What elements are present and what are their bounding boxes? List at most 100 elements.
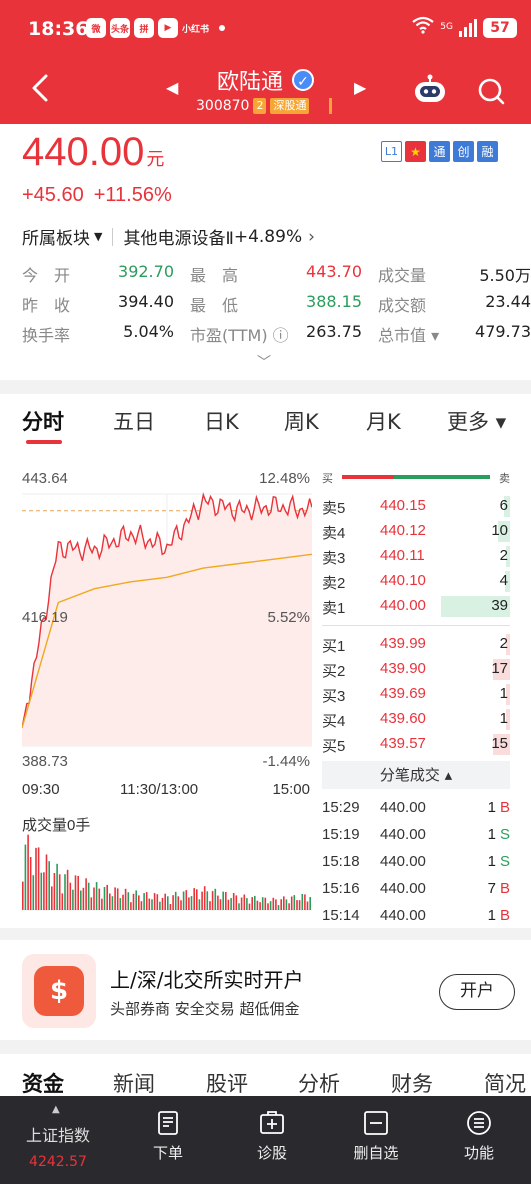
remove-watchlist-button[interactable]: 删自选 [341,1110,411,1163]
tab-more[interactable]: 更多 ▾ [447,406,506,436]
bid-row[interactable]: 买3 439.69 1 [322,682,510,707]
order-button[interactable]: 下单 [133,1110,203,1163]
tab-daily-k[interactable]: 日K [204,406,239,436]
sector-name[interactable]: 其他电源设备Ⅱ [123,224,233,249]
ticks-toggle[interactable]: 分笔成交 ▴ [322,761,510,789]
volume-bar [248,903,251,910]
section-gap [0,928,531,940]
open-account-button[interactable]: 开户 [439,974,515,1010]
bid-row[interactable]: 买2 439.90 17 [322,657,510,682]
connect-badge[interactable]: 通 [429,141,450,162]
change-absolute: +45.60 [22,184,84,206]
order-label: 买2 [322,663,346,680]
volume-bar [182,891,185,910]
bid-row[interactable]: 买1 439.99 2 [322,632,510,657]
volume-bar [301,894,304,910]
expand-icon[interactable]: ﹀ [257,352,271,372]
stat-label: 昨 收 [22,296,71,315]
functions-button[interactable]: 功能 [444,1110,514,1163]
volume-bar [272,897,275,910]
china-flag-icon: ★ [405,141,426,162]
tab-finance[interactable]: 财务 [391,1068,433,1098]
volume-bar [29,857,32,910]
tab-weekly-k[interactable]: 周K [284,406,319,436]
tick-row: 15:16 440.00 7 B [322,878,510,905]
order-book: 买 卖 卖5 440.15 6 卖4 440.12 10 卖3 440.11 2 卖2 440.10… [322,466,510,932]
stat-value: 388.15 [306,292,362,311]
tab-intraday[interactable]: 分时 [22,406,64,436]
chinext-badge[interactable]: 创 [453,141,474,162]
volume-bar [256,900,259,910]
order-label: 买3 [322,688,346,705]
stat-label: 成交量 [378,266,427,285]
tab-funds[interactable]: 资金 [22,1068,64,1098]
volume-bar [296,900,298,910]
diagnose-label: 诊股 [256,1144,287,1162]
tick-volume: 1 [487,826,496,843]
status-right: 5G 57 [412,16,517,39]
ask-row[interactable]: 卖2 440.10 4 [322,569,510,594]
intraday-chart[interactable]: 443.64 12.48% 416.19 5.52% 388.73 -1.44%… [22,464,312,914]
volume-bar [40,872,43,910]
volume-bar [43,872,45,910]
order-label: 卖2 [322,575,346,592]
volume-bar [37,847,40,910]
stock-nav: ◀ 欧陆通 ✓ 300870 2 深股通 ▶ [0,58,531,124]
level1-badge[interactable]: L1 [381,141,402,162]
bottom-toolbar: ▲ 上证指数 4242.57 下单 诊股 删自选 功能 [0,1096,531,1184]
sector-label[interactable]: 所属板块 [22,224,90,249]
stat-value: 5.50万 [479,266,531,285]
volume-bar [22,881,24,910]
robot-assistant-icon[interactable] [413,74,447,104]
order-icon [158,1111,178,1135]
tab-monthly-k[interactable]: 月K [366,406,401,436]
bid-row[interactable]: 买4 439.60 1 [322,707,510,732]
order-volume: 1 [499,710,508,727]
ask-row[interactable]: 卖4 440.12 10 [322,519,510,544]
order-label: 卖3 [322,550,346,567]
volume-bar [87,882,90,910]
open-account-banner[interactable]: $ 上/深/北交所实时开户 头部券商 安全交易 超低佣金 开户 [0,940,531,1040]
margin-badge[interactable]: 融 [477,141,498,162]
ask-row[interactable]: 卖5 440.15 6 [322,494,510,519]
volume-bar [93,887,95,910]
exchange-tag: 深股通 [270,98,310,114]
tab-five-day[interactable]: 五日 [113,406,155,436]
ask-row[interactable]: 卖1 440.00 39 [322,594,510,619]
diagnose-button[interactable]: 诊股 [237,1110,307,1163]
volume-bar [206,891,209,910]
tick-time: 15:18 [322,853,360,870]
volume-bar [35,847,37,910]
tab-analysis[interactable]: 分析 [298,1068,340,1098]
next-stock-icon[interactable]: ▶ [354,78,366,97]
volume-bar [119,898,122,910]
buy-sell-ratio: 买 卖 [322,466,510,494]
tab-news[interactable]: 新闻 [113,1068,155,1098]
volume-bar [69,882,72,910]
stat-label: 换手率 [22,326,71,345]
volume-bar [222,891,224,910]
order-volume: 39 [491,597,508,614]
current-price: 440.00 元 [22,130,164,175]
banner-title: 上/深/北交所实时开户 [110,968,304,992]
status-bar: 18:36 微 头条 拼 ▶ 小红书 5G 57 [0,0,531,58]
volume-bar [58,874,61,910]
sector-row[interactable]: 所属板块 ▼ 其他电源设备Ⅱ +4.89% › [22,224,315,250]
tick-price: 440.00 [380,907,426,924]
tick-price: 440.00 [380,880,426,897]
tab-profile[interactable]: 简况 [484,1068,526,1098]
stock-title: 欧陆通 ✓ [0,64,531,96]
order-price: 439.60 [380,710,426,727]
tab-comments[interactable]: 股评 [206,1068,248,1098]
search-icon[interactable] [476,76,506,106]
volume-bar [56,863,58,910]
volume-bar [82,887,85,910]
index-ticker[interactable]: ▲ 上证指数 4242.57 [0,1096,116,1184]
bid-row[interactable]: 买5 439.57 15 [322,732,510,757]
tick-row: 15:29 440.00 1 B [322,797,510,824]
volume-bar [298,900,301,910]
ask-row[interactable]: 卖3 440.11 2 [322,544,510,569]
ask-list: 卖5 440.15 6 卖4 440.12 10 卖3 440.11 2 卖2 440.10 4 卖1 4… [322,494,510,619]
verified-icon: ✓ [292,69,314,91]
volume-bar [98,888,101,910]
